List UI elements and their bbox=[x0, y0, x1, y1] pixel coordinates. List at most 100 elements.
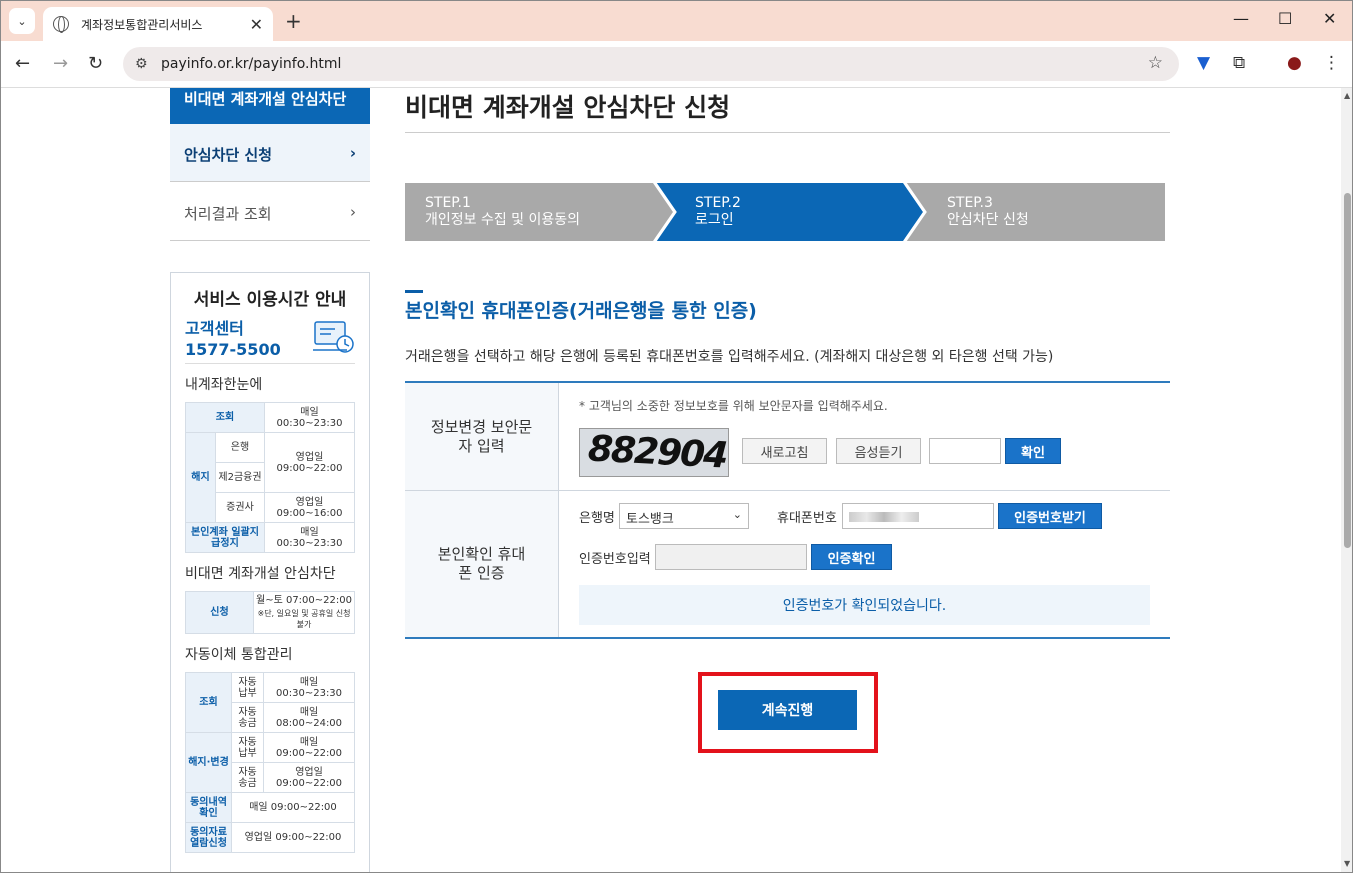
sidebar-item-apply[interactable]: 안심차단 신청 › bbox=[170, 124, 370, 182]
phone-number-label: 휴대폰번호 bbox=[777, 511, 837, 526]
audio-button[interactable]: 음성듣기 bbox=[836, 438, 921, 464]
scroll-down-icon[interactable]: ▼ bbox=[1344, 859, 1350, 868]
profile-avatar-icon[interactable]: ● bbox=[1287, 53, 1302, 73]
continue-button[interactable]: 계속진행 bbox=[718, 690, 857, 730]
step-indicator: STEP.1 개인정보 수집 및 이용동의 STEP.2 로그인 STEP.3 안심차… bbox=[405, 183, 1165, 241]
site-info-icon[interactable]: ⚙ bbox=[135, 56, 153, 72]
cell-stock-time: 영업일 09:00~16:00 bbox=[263, 492, 356, 523]
cell-material: 동의자료 열람신청 bbox=[185, 822, 232, 853]
safe-block-table: 신청 월~토 07:00~22:00 ※단, 일요일 및 공휴일 신청 불가 bbox=[185, 591, 355, 634]
verify-code-button[interactable]: 인증확인 bbox=[811, 544, 892, 570]
globe-icon bbox=[53, 16, 69, 33]
code-input[interactable] bbox=[655, 544, 807, 570]
extensions-puzzle-icon[interactable]: ⧉ bbox=[1233, 53, 1245, 73]
step-1-num: STEP.1 bbox=[425, 195, 471, 211]
sidebar-item-label: 안심차단 신청 bbox=[184, 146, 273, 164]
captcha-notice: * 고객님의 소중한 정보보호를 위해 보안문자를 입력해주세요. bbox=[579, 399, 888, 413]
page-scrollbar[interactable]: ▲ ▼ bbox=[1341, 88, 1352, 872]
scrollbar-thumb[interactable] bbox=[1344, 193, 1351, 548]
close-window-icon[interactable]: ✕ bbox=[1323, 9, 1336, 28]
masked-number bbox=[849, 512, 919, 522]
step-3: STEP.3 안심차단 신청 bbox=[905, 183, 1165, 241]
cell-inq-send-time: 매일 08:00~24:00 bbox=[263, 702, 355, 733]
back-icon[interactable]: ← bbox=[15, 53, 30, 74]
maximize-icon[interactable]: ☐ bbox=[1278, 9, 1292, 28]
my-accounts-table: 조회 매일 00:30~23:30 해지 은행 영업일 09:00~22:00 … bbox=[185, 402, 356, 553]
browser-tab[interactable]: 계좌정보통합관리서비스 ✕ bbox=[43, 7, 273, 41]
cell-consent-time: 매일 09:00~22:00 bbox=[231, 792, 355, 823]
step-1: STEP.1 개인정보 수집 및 이용동의 bbox=[405, 183, 673, 241]
cell-auto-pay: 자동납부 bbox=[230, 672, 265, 703]
refresh-button[interactable]: 새로고침 bbox=[742, 438, 827, 464]
tab-search-button[interactable]: ⌄ bbox=[9, 8, 35, 34]
chevron-down-icon: ⌄ bbox=[732, 508, 742, 521]
cell-change: 해지·변경 bbox=[185, 732, 232, 793]
section-accent-bar bbox=[405, 290, 423, 293]
step-2-label: 로그인 bbox=[695, 212, 734, 228]
extension-v-icon[interactable]: ▼ bbox=[1197, 53, 1210, 73]
tab-title: 계좌정보통합관리서비스 bbox=[81, 17, 203, 32]
scroll-up-icon[interactable]: ▲ bbox=[1344, 91, 1350, 100]
service-hours-title: 서비스 이용시간 안내 bbox=[193, 290, 347, 310]
cell-stop-time: 매일 00:30~23:30 bbox=[263, 522, 356, 553]
auto-transfer-table: 조회 자동납부 매일 00:30~23:30 자동송금 매일 08:00~24:… bbox=[185, 672, 355, 853]
step-3-num: STEP.3 bbox=[947, 195, 993, 211]
browser-window: ⌄ 계좌정보통합관리서비스 ✕ + — ☐ ✕ ← → ↻ ⚙ payinfo.… bbox=[0, 0, 1353, 873]
cell-inq-pay-time: 매일 00:30~23:30 bbox=[263, 672, 355, 703]
cell-bank: 은행 bbox=[215, 432, 265, 463]
bank-select[interactable]: 토스뱅크 ⌄ bbox=[619, 503, 749, 529]
code-label: 인증번호입력 bbox=[579, 552, 651, 567]
section-description: 거래은행을 선택하고 해당 은행에 등록된 휴대폰번호를 입력해주세요. (계좌… bbox=[405, 349, 1054, 365]
phone-field: 은행명 토스뱅크 ⌄ 휴대폰번호 인증번호받기 인증번호입력 인증확인 인증번호… bbox=[559, 491, 1170, 637]
menu-kebab-icon[interactable]: ⋮ bbox=[1323, 53, 1340, 73]
step-3-label: 안심차단 신청 bbox=[947, 212, 1029, 228]
bookmark-star-icon[interactable]: ☆ bbox=[1148, 53, 1163, 73]
cell-cancel: 해지 bbox=[185, 432, 216, 523]
captcha-field: * 고객님의 소중한 정보보호를 위해 보안문자를 입력해주세요. 882904… bbox=[559, 383, 1170, 490]
close-tab-icon[interactable]: ✕ bbox=[250, 15, 263, 34]
minimize-icon[interactable]: — bbox=[1233, 9, 1249, 28]
reload-icon[interactable]: ↻ bbox=[88, 53, 103, 74]
chevron-right-icon: › bbox=[349, 144, 356, 162]
captcha-row: 정보변경 보안문자 입력 * 고객님의 소중한 정보보호를 위해 보안문자를 입… bbox=[405, 383, 1170, 491]
cell-apply: 신청 bbox=[185, 591, 254, 634]
phone-number-input[interactable] bbox=[842, 503, 994, 529]
cell-stock: 증권사 bbox=[215, 492, 265, 523]
step-1-label: 개인정보 수집 및 이용동의 bbox=[425, 212, 581, 228]
captcha-label-text: 정보변경 보안문자 입력 bbox=[430, 417, 533, 455]
new-tab-button[interactable]: + bbox=[285, 9, 302, 33]
step-3-shape bbox=[905, 183, 1165, 241]
cell-auto-pay-2: 자동납부 bbox=[230, 732, 265, 763]
step-2-num: STEP.2 bbox=[695, 195, 741, 211]
clock-card-icon bbox=[313, 321, 354, 353]
bank-select-value: 토스뱅크 bbox=[626, 512, 674, 527]
section-auto-transfer: 자동이체 통합관리 bbox=[185, 647, 293, 663]
forward-icon[interactable]: → bbox=[53, 53, 68, 74]
cell-material-time: 영업일 09:00~22:00 bbox=[231, 822, 355, 853]
verification-form: 정보변경 보안문자 입력 * 고객님의 소중한 정보보호를 위해 보안문자를 입… bbox=[405, 381, 1170, 639]
title-bar: ⌄ 계좌정보통합관리서비스 ✕ + — ☐ ✕ bbox=[1, 1, 1352, 41]
sidebar-header: 비대면 계좌개설 안심차단 bbox=[170, 88, 370, 124]
cell-auto-send-2: 자동송금 bbox=[230, 762, 265, 793]
phone-label-text: 본인확인 휴대폰 인증 bbox=[437, 545, 526, 582]
page-title: 비대면 계좌개설 안심차단 신청 bbox=[405, 93, 731, 122]
captcha-confirm-button[interactable]: 확인 bbox=[1005, 438, 1061, 464]
cell-consent: 동의내역 확인 bbox=[185, 792, 232, 823]
captcha-image-text: 882904 bbox=[587, 428, 728, 477]
captcha-image: 882904 bbox=[579, 428, 729, 477]
phone-row: 본인확인 휴대폰 인증 은행명 토스뱅크 ⌄ 휴대폰번호 인증번호받기 인증번호… bbox=[405, 491, 1170, 637]
omnibox[interactable]: ⚙ payinfo.or.kr/payinfo.html ☆ bbox=[123, 47, 1179, 81]
captcha-input[interactable] bbox=[929, 438, 1001, 464]
service-hours-box: 서비스 이용시간 안내 고객센터 1577-5500 내계좌한눈에 조회 매일 … bbox=[170, 272, 370, 872]
apply-time-note: ※단, 일요일 및 공휴일 신청 불가 bbox=[257, 609, 351, 629]
request-code-button[interactable]: 인증번호받기 bbox=[998, 503, 1102, 529]
page-content: 비대면 계좌개설 안심차단 안심차단 신청 › 처리결과 조회 › 서비스 이용… bbox=[1, 88, 1341, 872]
address-bar-row: ← → ↻ ⚙ payinfo.or.kr/payinfo.html ☆ ▼ ⧉… bbox=[1, 41, 1352, 88]
phone-label: 본인확인 휴대폰 인증 bbox=[405, 491, 559, 637]
section-safe-block: 비대면 계좌개설 안심차단 bbox=[185, 566, 336, 582]
chevron-right-icon: › bbox=[350, 203, 356, 221]
sidebar-item-result[interactable]: 처리결과 조회 › bbox=[170, 183, 370, 241]
url-text[interactable]: payinfo.or.kr/payinfo.html bbox=[161, 56, 341, 72]
step-2: STEP.2 로그인 bbox=[655, 183, 923, 241]
cell-apply-time: 월~토 07:00~22:00 ※단, 일요일 및 공휴일 신청 불가 bbox=[253, 591, 355, 634]
